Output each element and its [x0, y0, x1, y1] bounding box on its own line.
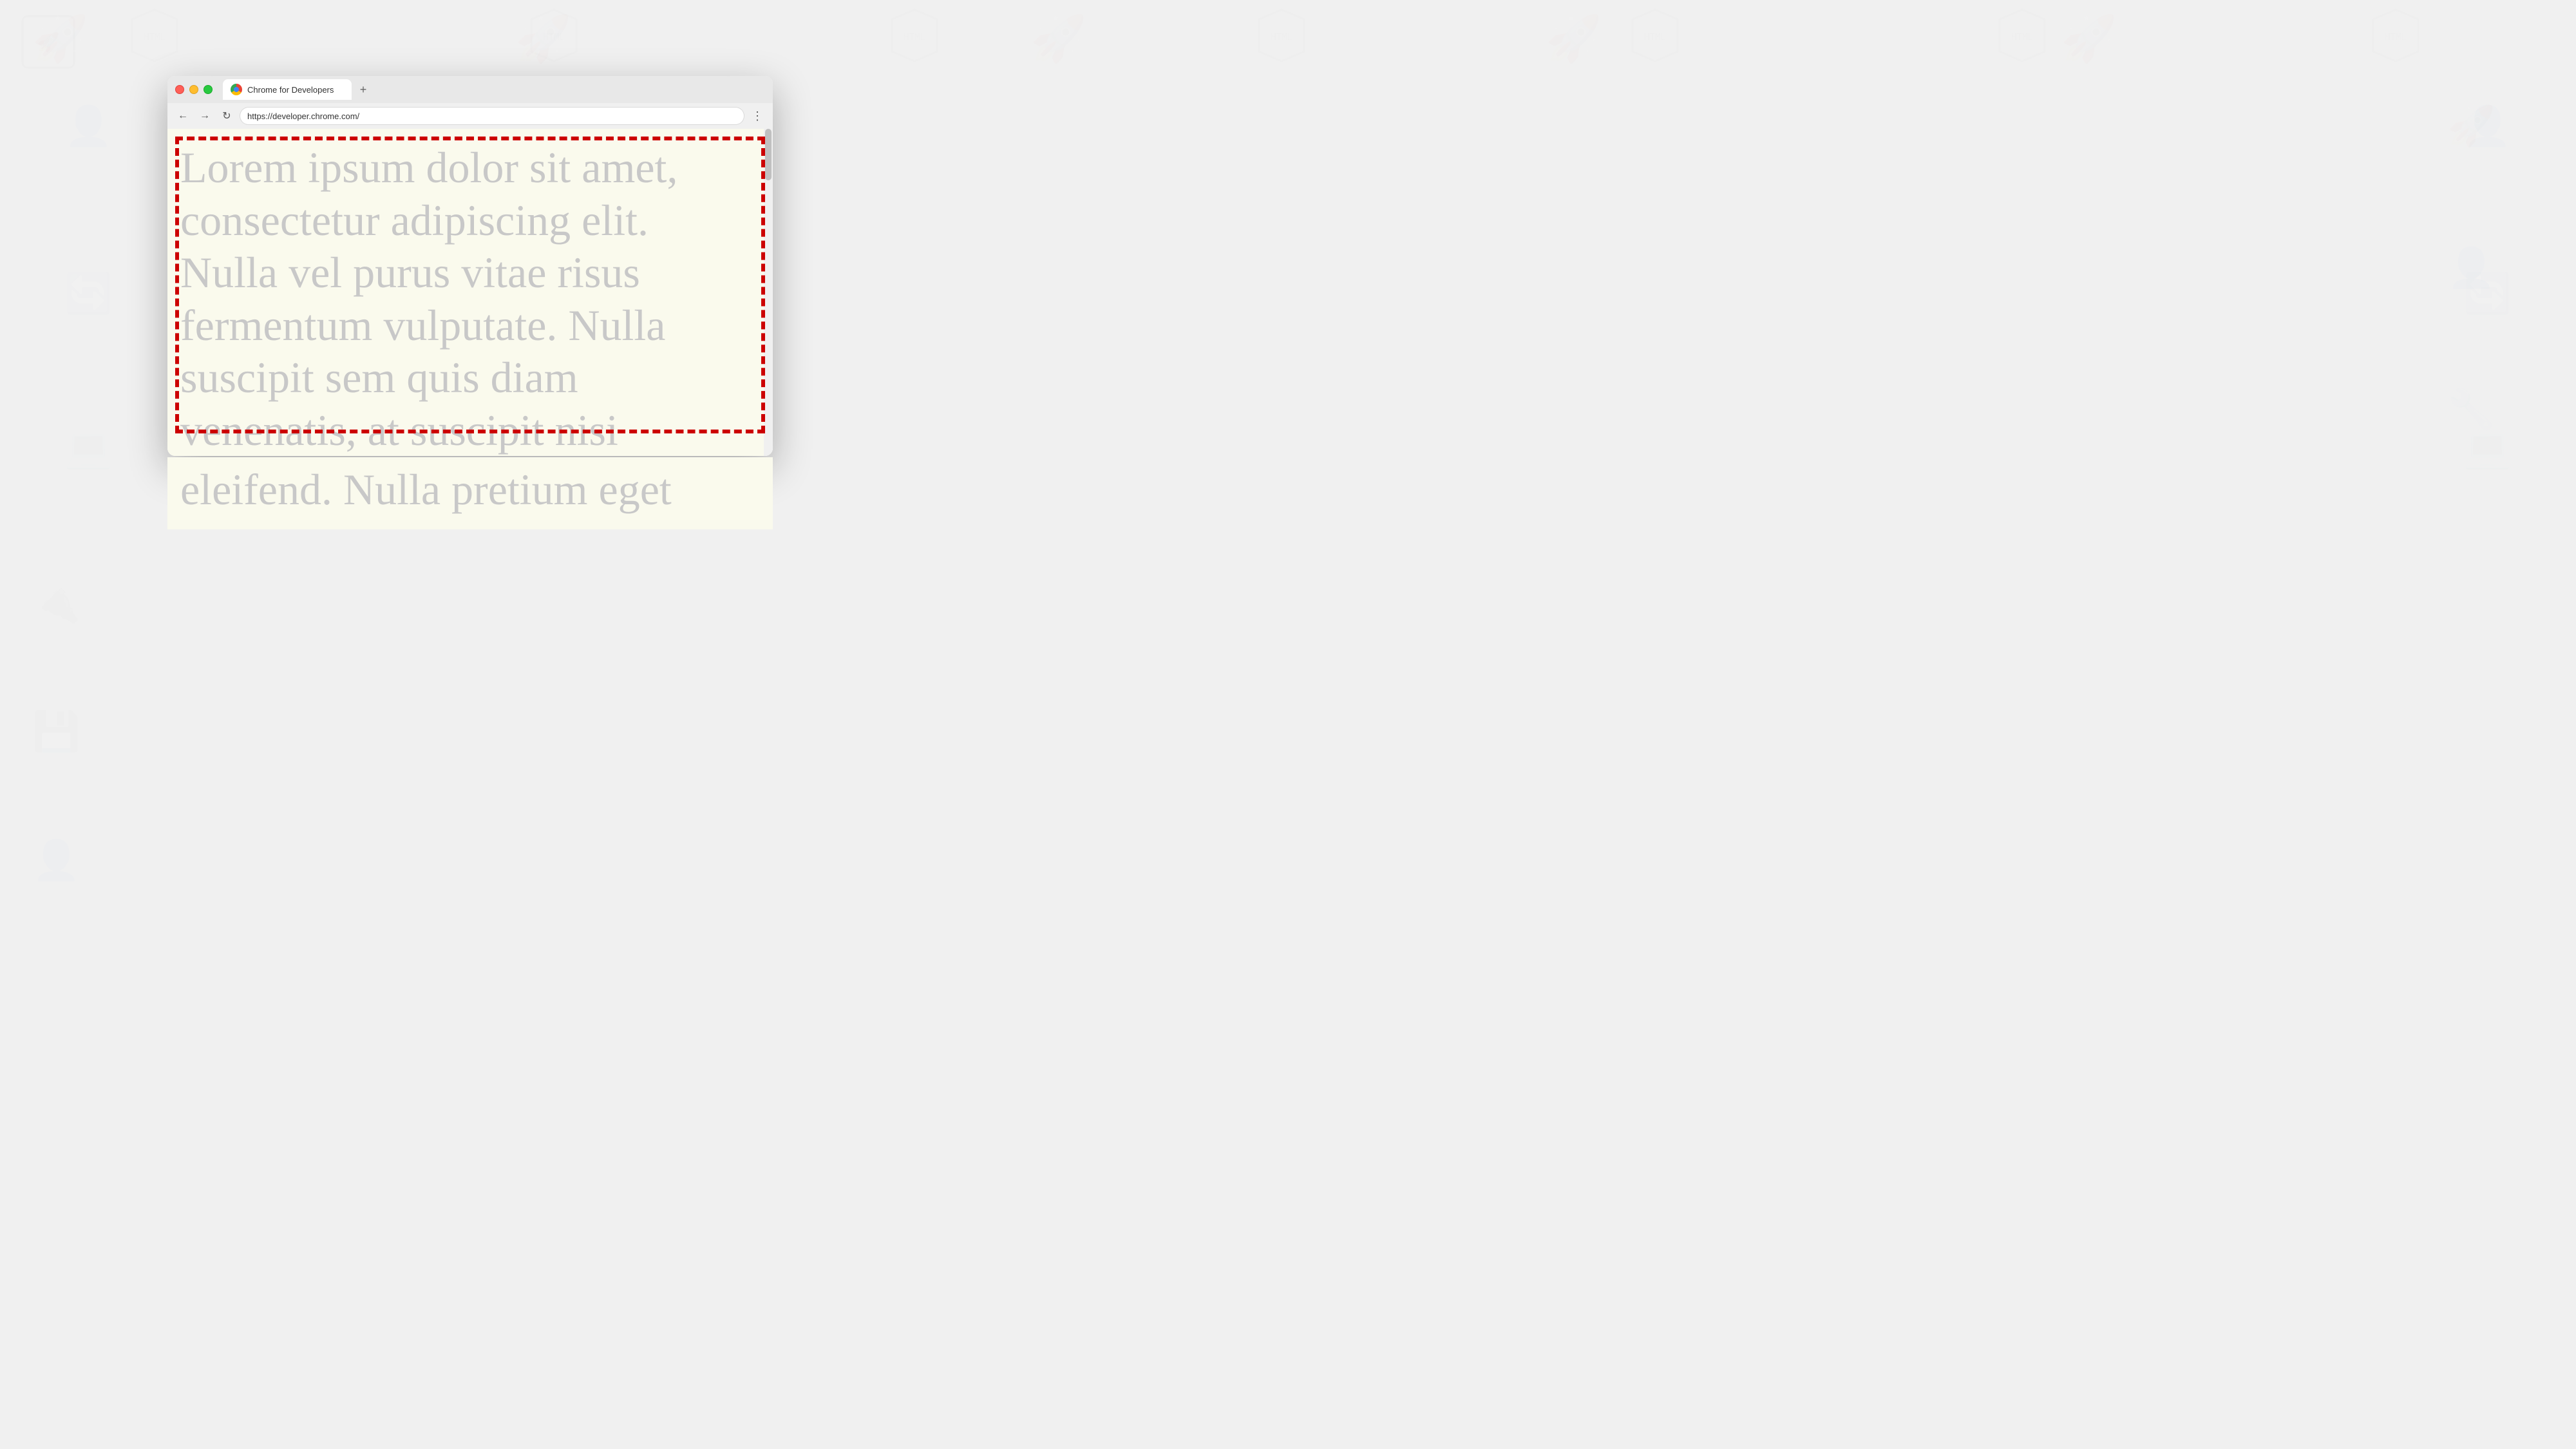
maximize-button[interactable] — [204, 85, 213, 94]
scrollbar-track[interactable] — [764, 129, 773, 456]
svg-text:HTML: HTML — [904, 32, 925, 43]
svg-text:HTML: HTML — [1644, 32, 1666, 43]
svg-text:HTML: HTML — [1271, 32, 1293, 43]
window-controls — [175, 85, 213, 94]
page-content: Lorem ipsum dolor sit amet, consectetur … — [167, 129, 773, 456]
title-bar: Chrome for Developers + — [167, 76, 773, 103]
svg-text:HTML: HTML — [2011, 32, 2033, 43]
svg-text:🚀: 🚀 — [37, 32, 60, 53]
back-button[interactable]: ← — [174, 107, 192, 125]
toolbar: ← → ↻ https://developer.chrome.com/ ⋮ — [167, 103, 773, 129]
address-bar[interactable]: https://developer.chrome.com/ — [240, 107, 744, 125]
tab-title: Chrome for Developers — [247, 85, 334, 95]
url-text: https://developer.chrome.com/ — [247, 111, 359, 121]
svg-text:HTML: HTML — [2385, 32, 2407, 43]
forward-button[interactable]: → — [196, 107, 214, 125]
scrollbar-thumb[interactable] — [765, 129, 772, 180]
new-tab-button[interactable]: + — [354, 80, 372, 99]
svg-text:HTML: HTML — [144, 32, 166, 43]
active-tab[interactable]: Chrome for Developers — [223, 79, 352, 100]
close-button[interactable] — [175, 85, 184, 94]
minimize-button[interactable] — [189, 85, 198, 94]
chrome-logo-icon — [231, 84, 242, 95]
page-body-text: Lorem ipsum dolor sit amet, consectetur … — [167, 129, 764, 456]
svg-text:HTML: HTML — [543, 32, 565, 43]
tab-bar: Chrome for Developers + — [223, 79, 765, 100]
reload-button[interactable]: ↻ — [218, 107, 236, 125]
menu-button[interactable]: ⋮ — [748, 107, 766, 125]
below-browser-text: eleifend. Nulla pretium eget — [167, 457, 773, 529]
browser-window: Chrome for Developers + ← → ↻ https://de… — [167, 76, 773, 456]
